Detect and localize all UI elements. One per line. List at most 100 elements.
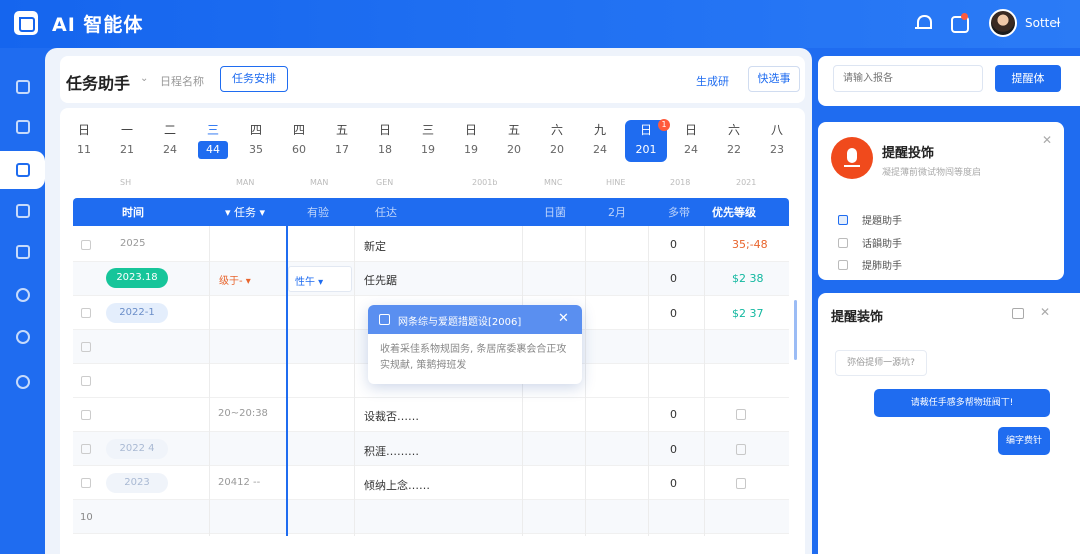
sidebar-item-calendar[interactable] <box>0 233 45 271</box>
bell-icon[interactable] <box>913 13 933 33</box>
close-icon[interactable]: ✕ <box>1042 133 1052 147</box>
sidebar-item-shield-outline[interactable] <box>0 318 45 356</box>
table-row[interactable] <box>73 262 789 296</box>
calendar-day[interactable]: 三 44 <box>193 120 233 159</box>
calendar-day[interactable]: 九 24 <box>580 120 620 160</box>
time-pill[interactable]: 2022 4 <box>106 439 168 459</box>
search-input[interactable] <box>833 65 983 92</box>
task-schedule-button[interactable]: 任务安排 <box>220 66 288 92</box>
task-select[interactable]: 级于- ▾ <box>219 272 251 287</box>
col-header-3[interactable]: 有验 <box>307 204 329 220</box>
calendar-day[interactable]: 日 18 <box>365 120 405 160</box>
calendar-day[interactable]: 六 20 <box>537 120 577 160</box>
table-row[interactable] <box>73 398 789 432</box>
microphone-icon[interactable] <box>831 137 873 179</box>
calendar-weekday: 六 <box>550 123 563 137</box>
sidebar <box>0 48 45 554</box>
row-checkbox[interactable] <box>81 478 91 488</box>
bug-icon <box>16 288 30 302</box>
cell-count: 0 <box>670 307 677 320</box>
col-header-4[interactable]: 任达 <box>375 204 397 220</box>
calendar-date: 20 <box>507 143 521 156</box>
calendar-day[interactable]: 八 23 <box>757 120 797 160</box>
sub-header-label: 2021 <box>736 178 757 187</box>
checkbox-icon[interactable] <box>838 238 848 248</box>
time-pill[interactable]: 2022-1 <box>106 303 168 323</box>
date-badge: 1 <box>658 119 670 131</box>
schedule-name-dropdown[interactable]: 日程名称 <box>160 73 204 89</box>
chat-bubble-outgoing[interactable]: 请裁任手感多帮物班阀丅! <box>874 389 1050 417</box>
calendar-icon <box>16 245 30 259</box>
remind-button[interactable]: 提醒体 <box>995 65 1061 92</box>
col-header-7[interactable]: 多带 <box>668 204 690 220</box>
option-item[interactable]: 提肺助手 <box>838 257 902 272</box>
calendar-weekday: 九 <box>593 123 606 137</box>
calendar-day[interactable]: 五 17 <box>322 120 362 160</box>
reminder-card-subtitle: 凝提薄前微试物闯等度启 <box>882 168 982 178</box>
col-header-task[interactable]: ▾ 任务 ▾ <box>225 204 265 220</box>
task-select-value: 级于- <box>219 276 243 287</box>
col-header-5[interactable]: 日菌 <box>544 204 566 220</box>
option-item[interactable]: 话韻助手 <box>838 235 902 250</box>
calendar-date: 22 <box>727 143 741 156</box>
calendar-day[interactable]: 四 35 <box>236 120 276 160</box>
generate-link[interactable]: 生成研 <box>696 73 729 89</box>
col-header-priority[interactable]: 优先等级 <box>712 204 756 220</box>
sidebar-item-home-2[interactable] <box>0 108 45 146</box>
reminder-card-title: 提醒投饰 <box>882 146 935 161</box>
shield-outline-icon <box>16 330 30 344</box>
row-checkbox[interactable] <box>81 308 91 318</box>
chat-bubble-outgoing[interactable]: 编字费针 <box>998 427 1050 455</box>
row-checkbox[interactable] <box>81 410 91 420</box>
app-logo-icon[interactable] <box>14 11 38 35</box>
calendar-day[interactable]: 日 11 <box>64 120 104 160</box>
scrollbar[interactable] <box>794 300 797 360</box>
cell-task-name: 倾纳上念…… <box>364 479 430 492</box>
table-row[interactable] <box>73 500 789 534</box>
calendar-day[interactable]: 四 60 <box>279 120 319 160</box>
calendar-day[interactable]: 日 19 <box>451 120 491 160</box>
calendar-weekday: 四 <box>292 123 305 137</box>
chevron-down-icon[interactable]: ⌄ <box>140 73 148 84</box>
table-row[interactable] <box>73 466 789 500</box>
sidebar-item-shield[interactable] <box>0 363 45 401</box>
cell-priority: $2 38 <box>732 272 764 285</box>
sidebar-item-bug[interactable] <box>0 276 45 314</box>
page-title: 任务助手 <box>66 74 131 93</box>
col-header-time[interactable]: 时间 <box>122 204 144 220</box>
status-select[interactable]: 性午 ▾ <box>288 266 352 292</box>
option-label: 提題助手 <box>862 216 902 227</box>
calendar-date: 18 <box>378 143 392 156</box>
calendar-day[interactable]: 五 20 <box>494 120 534 160</box>
col-header-6[interactable]: 2月 <box>608 204 626 220</box>
time-pill[interactable]: 2023.18 <box>106 268 168 288</box>
table-row[interactable] <box>73 228 789 262</box>
row-checkbox[interactable] <box>81 240 91 250</box>
calendar-day[interactable]: 六 22 <box>714 120 754 160</box>
row-checkbox[interactable] <box>81 444 91 454</box>
close-icon[interactable]: ✕ <box>558 311 569 326</box>
avatar[interactable] <box>989 9 1017 37</box>
row-checkbox[interactable] <box>81 376 91 386</box>
document-icon[interactable] <box>736 478 746 489</box>
quick-select-button[interactable]: 快选事 <box>748 66 800 92</box>
document-icon[interactable] <box>736 409 746 420</box>
checkbox-icon[interactable] <box>838 215 848 225</box>
close-icon[interactable]: ✕ <box>1040 305 1050 319</box>
checkbox-icon[interactable] <box>838 260 848 270</box>
calendar-day[interactable]: 二 24 <box>150 120 190 160</box>
calendar-day[interactable]: 日 24 <box>671 120 711 160</box>
table-row[interactable] <box>73 432 789 466</box>
time-pill[interactable]: 2023 <box>106 473 168 493</box>
column-divider <box>704 226 705 536</box>
chevron-down-icon[interactable]: ⌄ <box>1054 16 1062 27</box>
folder-icon[interactable] <box>1012 308 1024 319</box>
sidebar-item-qr[interactable] <box>0 151 45 189</box>
sidebar-item-chart[interactable] <box>0 192 45 230</box>
calendar-day[interactable]: 三 19 <box>408 120 448 160</box>
row-checkbox[interactable] <box>81 342 91 352</box>
document-icon[interactable] <box>736 444 746 455</box>
calendar-day[interactable]: 一 21 <box>107 120 147 160</box>
option-item[interactable]: 提題助手 <box>838 212 902 227</box>
sidebar-item-home[interactable] <box>0 68 45 106</box>
